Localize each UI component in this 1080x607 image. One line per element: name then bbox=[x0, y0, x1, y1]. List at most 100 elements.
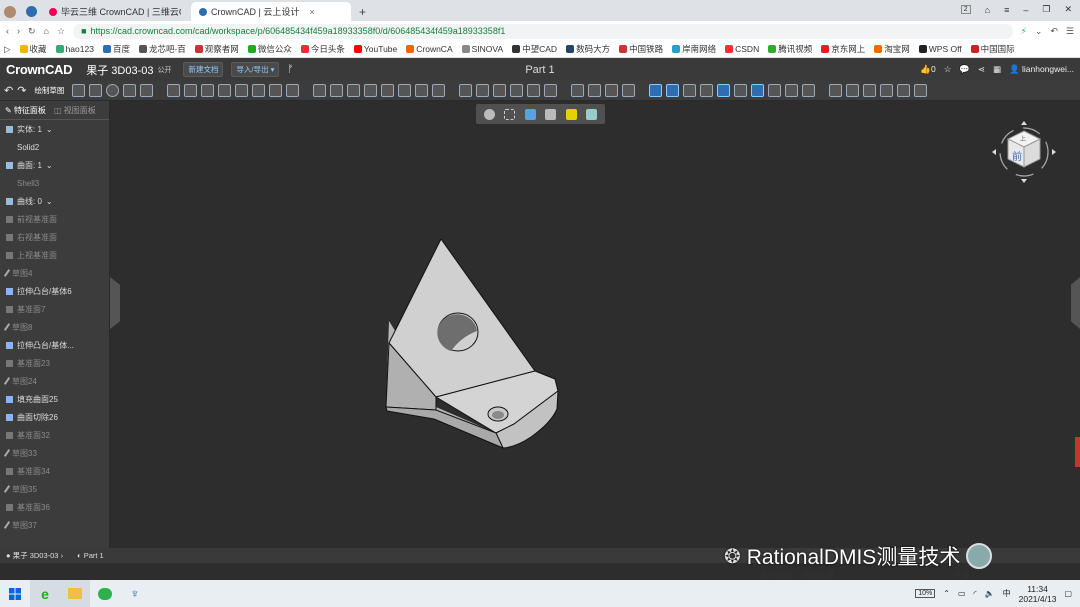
tree-item[interactable]: Shell3 bbox=[0, 174, 109, 192]
bookmark[interactable]: WPS Off bbox=[918, 44, 962, 54]
point-icon[interactable] bbox=[683, 84, 697, 97]
bookmark[interactable]: 龙芯吧-百 bbox=[138, 43, 186, 55]
close-window-icon[interactable]: ✕ bbox=[1064, 4, 1072, 15]
sweep-icon[interactable] bbox=[201, 84, 215, 97]
home-icon[interactable]: ⌂ bbox=[44, 26, 49, 36]
bookmark[interactable]: 今日头条 bbox=[300, 43, 345, 55]
view-arrow-down-icon[interactable] bbox=[1021, 179, 1027, 183]
new-document-button[interactable]: 新建文档 bbox=[183, 62, 224, 77]
taskbar-wechat[interactable] bbox=[90, 580, 120, 607]
tree-item[interactable]: 填充曲面25 bbox=[0, 390, 109, 408]
tree-item[interactable]: 曲线: 0 ⌄ bbox=[0, 192, 109, 210]
tree-item[interactable]: 草图24 bbox=[0, 372, 109, 390]
browser-tab-1[interactable]: CrownCAD | 云上设计 × bbox=[191, 2, 351, 21]
redo-icon[interactable]: ↷ bbox=[17, 84, 26, 97]
bookmark[interactable]: SINOVA bbox=[461, 44, 503, 54]
hole-icon[interactable] bbox=[269, 84, 283, 97]
shell-icon[interactable] bbox=[330, 84, 344, 97]
tree-item[interactable]: 曲面切除26 bbox=[0, 408, 109, 426]
material-icon[interactable] bbox=[802, 84, 816, 97]
tree-item[interactable]: 草图37 bbox=[0, 516, 109, 534]
doc-breadcrumb[interactable]: ● 果子 3D03-03 › bbox=[6, 550, 63, 561]
model-viewport[interactable] bbox=[111, 101, 1071, 548]
settings-icon[interactable] bbox=[914, 84, 928, 97]
browser-menu-icon[interactable] bbox=[22, 2, 41, 21]
view-arrow-right-icon[interactable] bbox=[1052, 149, 1056, 155]
tree-item[interactable]: 草图33 bbox=[0, 444, 109, 462]
collapse-right-panel-handle[interactable] bbox=[1071, 277, 1080, 329]
cut-extrude-icon[interactable] bbox=[235, 84, 249, 97]
tree-item[interactable]: 拉伸凸台/基体... bbox=[0, 336, 109, 354]
extension-icon[interactable]: ⚡ bbox=[1021, 26, 1027, 37]
tab-features[interactable]: ✎ 特征面板 bbox=[5, 105, 46, 116]
flag-icon[interactable]: ᚠ bbox=[287, 64, 293, 75]
bookmark[interactable]: 腾讯视频 bbox=[768, 43, 812, 55]
tree-item[interactable]: 曲面: 1 ⌄ bbox=[0, 156, 109, 174]
extrude-icon[interactable] bbox=[167, 84, 181, 97]
rectangle-tool-icon[interactable] bbox=[89, 84, 103, 97]
bookmark[interactable]: 中国铁路 bbox=[619, 43, 663, 55]
tree-item[interactable]: 实体: 1 ⌄ bbox=[0, 120, 109, 138]
bookmark[interactable]: 岸南网络 bbox=[672, 43, 716, 55]
tree-item[interactable]: 右视基准面 bbox=[0, 228, 109, 246]
tree-item[interactable]: 拉伸凸台/基体6 bbox=[0, 282, 109, 300]
bookmark-icon[interactable]: ☆ bbox=[944, 64, 952, 75]
bookmark[interactable]: 收藏 bbox=[19, 43, 47, 55]
wifi-icon[interactable]: ◜ bbox=[974, 589, 977, 598]
bookmark[interactable]: 数码大方 bbox=[566, 43, 610, 55]
tree-item[interactable]: 草图8 bbox=[0, 318, 109, 336]
import-export-button[interactable]: 导入/导出 ▾ bbox=[231, 62, 280, 77]
mass-properties-icon[interactable] bbox=[734, 84, 748, 97]
bookmark[interactable]: 中望CAD bbox=[512, 43, 557, 55]
like-button[interactable]: 👍0 bbox=[920, 64, 935, 75]
tree-item[interactable]: 基准面32 bbox=[0, 426, 109, 444]
scroll-indicator[interactable] bbox=[1075, 437, 1080, 467]
bookmark[interactable]: 中国国际 bbox=[970, 43, 1015, 55]
shirt-icon[interactable]: ⌂ bbox=[985, 5, 990, 15]
project-name[interactable]: 果子 3D03-03 bbox=[86, 62, 153, 78]
copy-icon[interactable] bbox=[605, 84, 619, 97]
chevron-down-icon[interactable]: ⌄ bbox=[46, 197, 53, 206]
plane-icon[interactable] bbox=[649, 84, 663, 97]
window-badge[interactable]: 2 bbox=[960, 5, 971, 14]
grid-icon[interactable]: ▦ bbox=[993, 64, 1001, 75]
measure-icon[interactable] bbox=[717, 84, 731, 97]
view-arrow-up-icon[interactable] bbox=[1021, 121, 1027, 125]
chamfer-icon[interactable] bbox=[313, 84, 327, 97]
comment-icon[interactable]: 💬 bbox=[959, 64, 970, 75]
axis-icon[interactable] bbox=[666, 84, 680, 97]
taskbar-app[interactable]: ♆ bbox=[120, 580, 150, 607]
part-model[interactable] bbox=[385, 238, 559, 449]
surface-sweep-icon[interactable] bbox=[493, 84, 507, 97]
render-icon[interactable] bbox=[785, 84, 799, 97]
cut-revolve-icon[interactable] bbox=[252, 84, 266, 97]
tree-item[interactable]: 基准面7 bbox=[0, 300, 109, 318]
bookmark[interactable]: 观察者网 bbox=[194, 43, 239, 55]
url-field[interactable]: ■ https://cad.crowncad.com/cad/workspace… bbox=[73, 23, 1013, 39]
battery-indicator[interactable]: 10% bbox=[915, 589, 936, 598]
share-icon[interactable]: ⋖ bbox=[978, 64, 985, 75]
bookmark[interactable]: 微信公众 bbox=[247, 43, 292, 55]
clock[interactable]: 11:34 2021/4/13 bbox=[1019, 584, 1057, 604]
chevron-down-icon[interactable]: ⌄ bbox=[46, 161, 53, 170]
bookmark[interactable]: CrownCA bbox=[406, 44, 453, 54]
view-arrow-left-icon[interactable] bbox=[992, 149, 996, 155]
fillet-icon[interactable] bbox=[286, 84, 300, 97]
curve-icon[interactable] bbox=[829, 84, 843, 97]
offset-surface-icon[interactable] bbox=[527, 84, 541, 97]
library-icon[interactable] bbox=[897, 84, 911, 97]
coordinate-system-icon[interactable] bbox=[700, 84, 714, 97]
undo-icon[interactable]: ↶ bbox=[4, 84, 13, 97]
undo-icon[interactable]: ↶ bbox=[1050, 26, 1058, 37]
tree-item[interactable]: 基准面23 bbox=[0, 354, 109, 372]
revolve-icon[interactable] bbox=[184, 84, 198, 97]
sketch-button[interactable]: 绘制草图 bbox=[34, 85, 64, 96]
surface-revolve-icon[interactable] bbox=[476, 84, 490, 97]
equation-icon[interactable] bbox=[880, 84, 894, 97]
line-tool-icon[interactable] bbox=[72, 84, 86, 97]
section-view-icon[interactable] bbox=[751, 84, 765, 97]
combine-icon[interactable] bbox=[432, 84, 446, 97]
scale-icon[interactable] bbox=[588, 84, 602, 97]
split-icon[interactable] bbox=[415, 84, 429, 97]
circle-tool-icon[interactable] bbox=[106, 84, 120, 97]
